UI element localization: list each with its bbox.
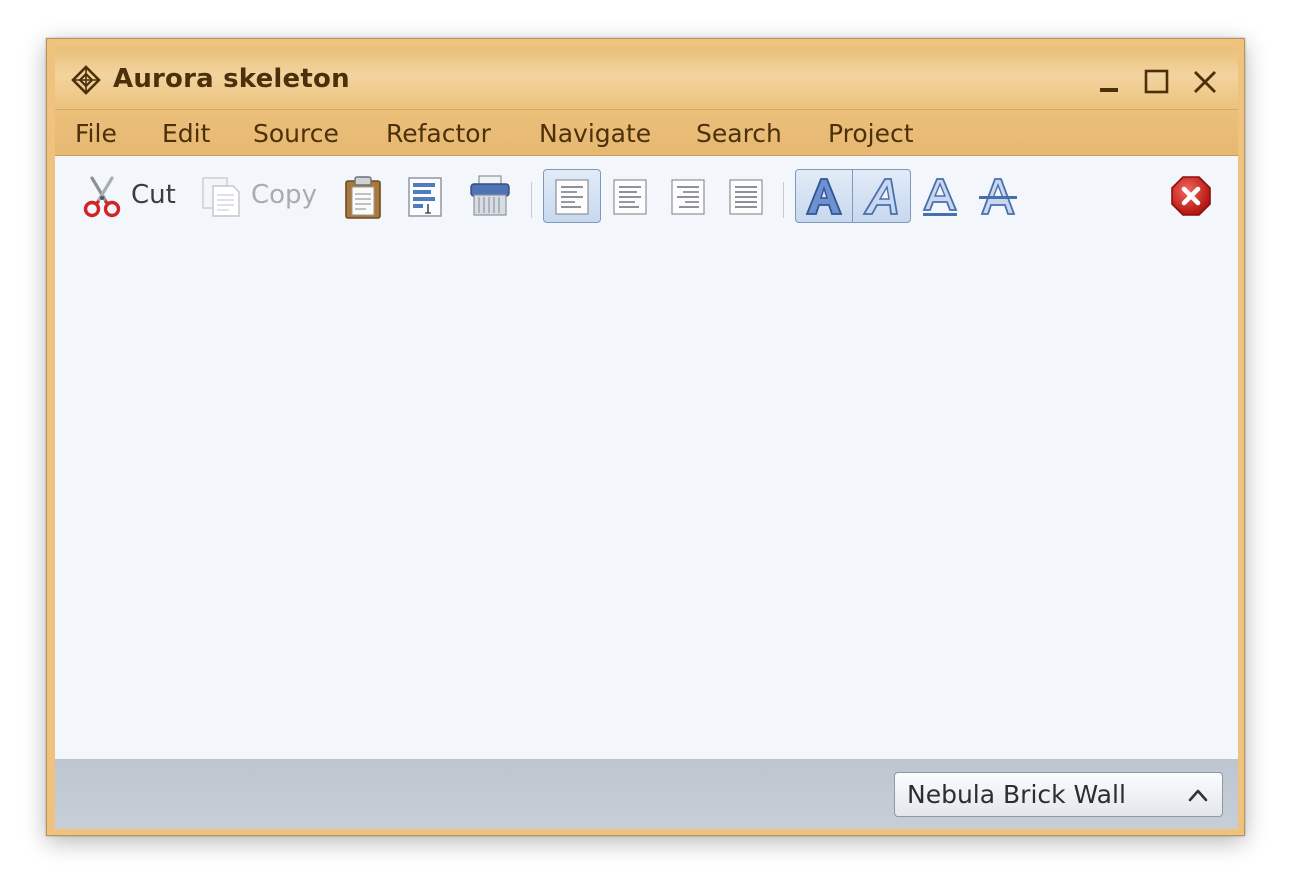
italic-icon[interactable] bbox=[861, 176, 903, 218]
clipboard-paste-icon[interactable] bbox=[343, 176, 383, 220]
bold-icon[interactable] bbox=[803, 176, 845, 218]
align-left-icon[interactable] bbox=[555, 179, 589, 215]
cut-button[interactable]: Cut bbox=[81, 156, 181, 236]
skin-selector-value: Nebula Brick Wall bbox=[907, 780, 1126, 809]
toolbar-separator bbox=[783, 182, 784, 218]
minimize-icon[interactable] bbox=[1095, 67, 1125, 97]
menu-source[interactable]: Source bbox=[253, 119, 339, 148]
underline-icon[interactable] bbox=[919, 176, 961, 218]
toggle-divider bbox=[852, 170, 853, 222]
menu-file[interactable]: File bbox=[75, 119, 117, 148]
copy-button[interactable]: Copy bbox=[201, 156, 321, 236]
copy-icon bbox=[202, 177, 240, 217]
cut-label: Cut bbox=[131, 180, 176, 210]
skin-selector-combo[interactable]: Nebula Brick Wall bbox=[894, 772, 1223, 817]
toolbar: Cut Copy bbox=[55, 156, 1238, 236]
close-icon[interactable] bbox=[1190, 67, 1220, 97]
select-all-icon[interactable] bbox=[407, 176, 443, 218]
align-right-icon[interactable] bbox=[671, 179, 705, 215]
strikethrough-icon[interactable] bbox=[977, 176, 1019, 218]
app-diamond-icon bbox=[71, 65, 101, 95]
menu-project[interactable]: Project bbox=[828, 119, 914, 148]
menu-refactor[interactable]: Refactor bbox=[386, 119, 491, 148]
shredder-icon[interactable] bbox=[469, 174, 511, 218]
window-title: Aurora skeleton bbox=[113, 64, 350, 94]
menu-search[interactable]: Search bbox=[696, 119, 782, 148]
status-bar: Nebula Brick Wall bbox=[55, 759, 1238, 829]
scissors-icon bbox=[83, 176, 121, 218]
copy-label: Copy bbox=[251, 180, 317, 210]
align-justify-icon[interactable] bbox=[729, 179, 763, 215]
maximize-icon[interactable] bbox=[1141, 67, 1171, 97]
app-window: Aurora skeleton File Edit Source Refacto… bbox=[46, 38, 1245, 836]
error-close-icon[interactable] bbox=[1170, 175, 1212, 217]
menu-navigate[interactable]: Navigate bbox=[539, 119, 651, 148]
title-bar[interactable]: Aurora skeleton bbox=[55, 47, 1238, 109]
content-area: Cut Copy bbox=[55, 156, 1238, 759]
align-center-icon[interactable] bbox=[613, 179, 647, 215]
menu-bar: File Edit Source Refactor Navigate Searc… bbox=[55, 109, 1238, 156]
menu-edit[interactable]: Edit bbox=[162, 119, 210, 148]
chevron-up-icon bbox=[1188, 789, 1208, 802]
toolbar-separator bbox=[531, 182, 532, 218]
